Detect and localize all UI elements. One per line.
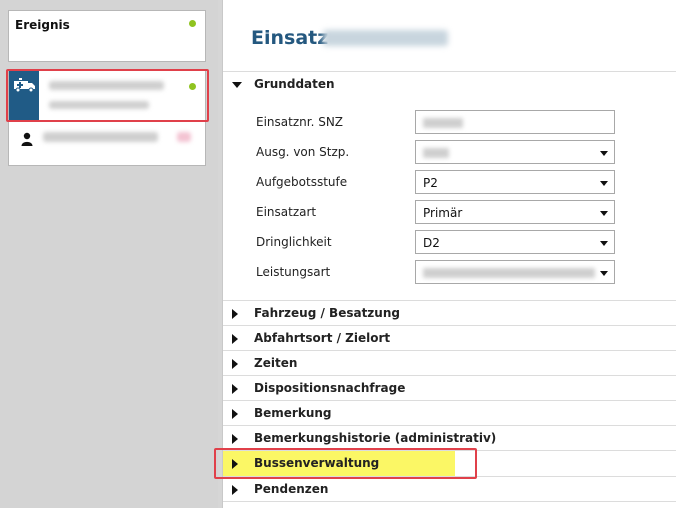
person-card[interactable] — [8, 122, 206, 166]
leistungsart-value-redacted — [423, 268, 595, 278]
einsatznr-label: Einsatznr. SNZ — [256, 115, 344, 129]
form-row-einsatzart: Einsatzart Primär — [256, 200, 636, 224]
chevron-right-icon — [232, 309, 238, 319]
chevron-down-icon — [600, 211, 608, 216]
form-row-aufgebotsstufe: Aufgebotsstufe P2 — [256, 170, 636, 194]
dringlichkeit-select[interactable]: D2 — [415, 230, 615, 254]
ausg-label: Ausg. von Stzp. — [256, 145, 350, 159]
page-title-redacted — [323, 30, 448, 46]
section-abfahrtsort[interactable]: Abfahrtsort / Zielort — [223, 325, 676, 350]
einsatznr-input[interactable] — [415, 110, 615, 134]
einsatzart-value: Primär — [423, 206, 463, 220]
einsatzart-select[interactable]: Primär — [415, 200, 615, 224]
form-row-leistungsart: Leistungsart — [256, 260, 636, 284]
section-fahrzeug[interactable]: Fahrzeug / Besatzung — [223, 300, 676, 325]
chevron-right-icon — [232, 384, 238, 394]
chevron-right-icon — [232, 434, 238, 444]
section-dispositionsnachfrage[interactable]: Dispositionsnachfrage — [223, 375, 676, 400]
section-bemerkung[interactable]: Bemerkung — [223, 400, 676, 425]
person-name-redacted — [43, 132, 158, 142]
section-divider — [223, 501, 676, 508]
page-title: Einsatz — [251, 27, 329, 49]
chevron-down-icon — [600, 181, 608, 186]
section-pendenzen[interactable]: Pendenzen — [223, 476, 676, 501]
highlight-bussenverwaltung — [214, 448, 477, 479]
einsatzart-label: Einsatzart — [256, 205, 317, 219]
dringlichkeit-value: D2 — [423, 236, 440, 250]
chevron-down-icon — [600, 271, 608, 276]
chevron-right-icon — [232, 485, 238, 495]
event-sidebar: Ereignis — [0, 0, 218, 508]
leistungsart-select[interactable] — [415, 260, 615, 284]
chevron-right-icon — [232, 409, 238, 419]
chevron-down-icon — [600, 241, 608, 246]
form-row-ausg: Ausg. von Stzp. — [256, 140, 636, 164]
form-row-einsatznr: Einsatznr. SNZ — [256, 110, 636, 134]
section-abfahrtsort-label: Abfahrtsort / Zielort — [254, 331, 391, 345]
highlight-einsatz-card — [6, 69, 209, 122]
section-disposition-label: Dispositionsnachfrage — [254, 381, 406, 395]
chevron-down-icon — [232, 82, 242, 88]
ausg-value-redacted — [423, 148, 449, 158]
section-grunddaten[interactable]: Grunddaten — [223, 71, 676, 96]
section-pendenzen-label: Pendenzen — [254, 482, 329, 496]
section-bemerkungshistorie[interactable]: Bemerkungshistorie (administrativ) — [223, 425, 676, 450]
ereignis-title: Ereignis — [15, 18, 70, 32]
section-zeiten[interactable]: Zeiten — [223, 350, 676, 375]
ausg-select[interactable] — [415, 140, 615, 164]
aufgebotsstufe-value: P2 — [423, 176, 438, 190]
dringlichkeit-label: Dringlichkeit — [256, 235, 332, 249]
person-icon — [21, 132, 33, 146]
leistungsart-label: Leistungsart — [256, 265, 331, 279]
einsatz-detail-panel: Einsatz Grunddaten Einsatznr. SNZ Ausg. … — [222, 0, 676, 508]
aufgebotsstufe-label: Aufgebotsstufe — [256, 175, 348, 189]
chevron-right-icon — [232, 334, 238, 344]
aufgebotsstufe-select[interactable]: P2 — [415, 170, 615, 194]
section-zeiten-label: Zeiten — [254, 356, 298, 370]
status-dot-icon — [189, 20, 196, 27]
chevron-right-icon — [232, 359, 238, 369]
person-tag-redacted — [177, 132, 191, 142]
einsatznr-value-redacted — [423, 118, 463, 128]
section-bemerkungshistorie-label: Bemerkungshistorie (administrativ) — [254, 431, 497, 445]
section-fahrzeug-label: Fahrzeug / Besatzung — [254, 306, 400, 320]
ereignis-card[interactable]: Ereignis — [8, 10, 206, 62]
form-row-dringlichkeit: Dringlichkeit D2 — [256, 230, 636, 254]
section-grunddaten-label: Grunddaten — [254, 77, 335, 91]
section-bemerkung-label: Bemerkung — [254, 406, 332, 420]
chevron-down-icon — [600, 151, 608, 156]
